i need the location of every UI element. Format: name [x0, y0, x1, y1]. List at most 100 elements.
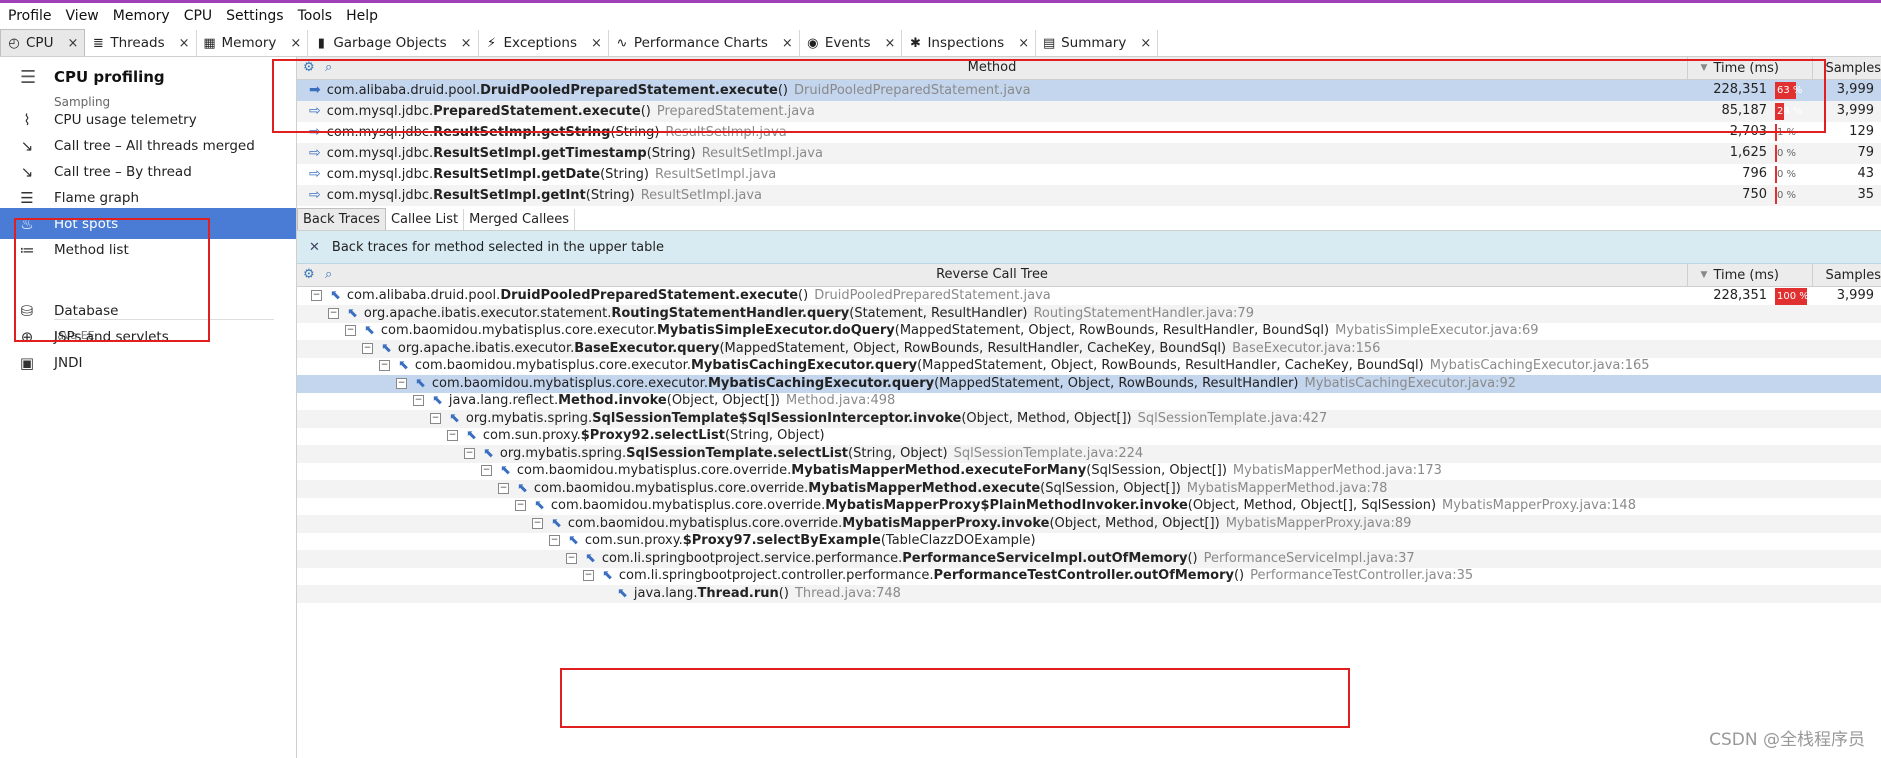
table-row[interactable]: ⇨ com.mysql.jdbc. ResultSetImpl.getString(… — [297, 122, 1881, 143]
tree-row[interactable]: − ⬉ com.baomidou.mybatisplus.core.override… — [297, 479, 1881, 498]
column-time[interactable]: ▼ Time (ms) — [1687, 57, 1797, 79]
tree-row[interactable]: − ⬉ com.baomidou.mybatisplus.core.executor… — [297, 322, 1881, 340]
menu-view[interactable]: View — [59, 8, 106, 24]
method-cell: ⇨ com.mysql.jdbc. ResultSetImpl.getDate (St… — [309, 166, 776, 182]
tree-row[interactable]: − ⬉ com.baomidou.mybatisplus.core.executor… — [297, 357, 1881, 375]
close-icon[interactable]: × — [1140, 36, 1151, 51]
tab-performance-charts[interactable]: ∿ Performance Charts × — [609, 30, 800, 56]
menu-tools[interactable]: Tools — [291, 8, 340, 24]
menu-profile[interactable]: Profile — [0, 8, 59, 24]
collapse-toggle-icon[interactable]: − — [464, 447, 475, 459]
tree-row[interactable]: ⬉ java.lang. Thread.run() Thread.java:748 — [297, 584, 1881, 603]
tab-garbage-objects[interactable]: ▮ Garbage Objects × — [308, 30, 479, 56]
column-time[interactable]: ▼ Time (ms) — [1687, 264, 1797, 286]
tree-row[interactable]: − ⬉ com.baomidou.mybatisplus.core.override… — [297, 497, 1881, 515]
tree-row[interactable]: − ⬉ org.mybatis.spring. SqlSessionTemplate$… — [297, 409, 1881, 428]
close-icon[interactable]: × — [885, 36, 896, 51]
tree-row[interactable]: − ⬉ org.apache.ibatis.executor.statement. R… — [297, 304, 1881, 323]
collapse-toggle-icon[interactable]: − — [447, 430, 458, 441]
tree-row[interactable]: − ⬉ com.baomidou.mybatisplus.core.executor… — [297, 374, 1881, 393]
tree-row[interactable]: − ⬉ org.apache.ibatis.executor. BaseExecuto… — [297, 339, 1881, 358]
sidebar-item-method-list[interactable]: ≔ Method list — [0, 234, 296, 265]
performance-charts-icon: ∿ — [616, 35, 628, 51]
tree-row[interactable]: − ⬉ com.li.springbootproject.controller.pe… — [297, 567, 1881, 585]
tree-node: − ⬉ com.baomidou.mybatisplus.core.override… — [515, 498, 1636, 513]
tree-row[interactable]: − ⬉ com.li.springbootproject.service.perfo… — [297, 549, 1881, 568]
menu-help[interactable]: Help — [339, 8, 385, 24]
collapse-toggle-icon[interactable]: − — [532, 517, 543, 529]
close-icon[interactable]: × — [461, 36, 472, 51]
collapse-toggle-icon[interactable]: − — [481, 465, 492, 476]
tree-row[interactable]: − ⬉ com.baomidou.mybatisplus.core.override… — [297, 514, 1881, 533]
tree-node: − ⬉ com.li.springbootproject.service.perfo… — [566, 551, 1415, 566]
close-icon[interactable]: × — [290, 36, 301, 51]
method-args: (SqlSession, Object[]) — [1040, 480, 1181, 496]
close-icon[interactable]: × — [179, 36, 190, 51]
collapse-toggle-icon[interactable]: − — [549, 535, 560, 546]
method-name: $Proxy92.selectList — [580, 428, 725, 443]
method-location: ResultSetImpl.java — [701, 145, 823, 161]
sidebar-item-label: Method list — [54, 241, 129, 258]
method-name: Method.invoke — [558, 393, 667, 408]
table-row[interactable]: ⇨ com.mysql.jdbc. ResultSetImpl.getTimesta… — [297, 143, 1881, 164]
table-row[interactable]: ⇨ com.mysql.jdbc. ResultSetImpl.getInt (Str… — [297, 185, 1881, 206]
close-icon[interactable]: × — [67, 36, 78, 51]
column-method[interactable]: Method — [297, 60, 1687, 75]
menu-settings[interactable]: Settings — [219, 8, 290, 24]
sidebar-item-icon: ▣ — [19, 353, 35, 372]
collapse-toggle-icon[interactable]: − — [345, 325, 356, 336]
tree-node: − ⬉ com.baomidou.mybatisplus.core.executor… — [345, 323, 1539, 338]
column-samples[interactable]: Samples — [1812, 57, 1881, 79]
collapse-toggle-icon[interactable]: − — [566, 552, 577, 564]
collapse-toggle-icon[interactable]: − — [311, 290, 322, 301]
close-icon[interactable]: × — [782, 36, 793, 51]
method-package: com.sun.proxy. — [584, 533, 683, 548]
collapse-toggle-icon[interactable]: − — [413, 395, 424, 406]
table-row[interactable]: ⇨ com.mysql.jdbc. PreparedStatement.execut… — [297, 101, 1881, 122]
tab-summary[interactable]: ▤ Summary × — [1036, 30, 1159, 56]
collapse-toggle-icon[interactable]: − — [362, 342, 373, 354]
method-name: DruidPooledPreparedStatement.execute — [500, 288, 799, 303]
tree-node: − ⬉ org.mybatis.spring. SqlSessionTemplate.… — [464, 446, 1143, 461]
close-icon[interactable]: × — [1018, 36, 1029, 51]
close-icon[interactable]: × — [591, 36, 602, 51]
tab-merged-callees[interactable]: Merged Callees — [464, 209, 576, 230]
tab-exceptions[interactable]: ⚡ Exceptions × — [479, 30, 609, 56]
collapse-toggle-icon[interactable]: − — [515, 500, 526, 511]
method-name: SqlSessionTemplate.selectList — [626, 445, 849, 461]
table-row[interactable]: ⇨ com.mysql.jdbc. ResultSetImpl.getDate (St… — [297, 164, 1881, 185]
tab-back-traces[interactable]: Back Traces — [297, 208, 386, 230]
sidebar-item-icon: ⊕ — [20, 327, 34, 346]
column-samples[interactable]: Samples — [1812, 264, 1881, 286]
hamburger-icon[interactable]: ☰ — [20, 67, 36, 88]
tree-row[interactable]: − ⬉ org.mybatis.spring. SqlSessionTemplate.… — [297, 444, 1881, 463]
method-name: PerformanceServiceImpl.outOfMemory — [902, 550, 1188, 566]
menu-cpu[interactable]: CPU — [177, 8, 219, 24]
tree-row[interactable]: − ⬉ com.sun.proxy. $Proxy97.selectByExample… — [297, 532, 1881, 550]
method-location: MybatisCachingExecutor.java:92 — [1304, 375, 1517, 391]
collapse-toggle-icon[interactable]: − — [396, 377, 407, 389]
table-row[interactable]: ➡ com.alibaba.druid.pool. DruidPooledPrepa… — [297, 80, 1881, 101]
menu-memory[interactable]: Memory — [106, 8, 177, 24]
tab-threads[interactable]: ≣ Threads × — [85, 30, 197, 56]
sidebar-item-jndi[interactable]: ▣ JNDI — [0, 347, 296, 378]
collapse-toggle-icon[interactable]: − — [430, 412, 441, 424]
collapse-toggle-icon[interactable]: − — [583, 570, 594, 581]
call-arrow-icon: ⬉ — [551, 515, 562, 531]
samples-value: 3,999 — [1836, 82, 1874, 97]
collapse-toggle-icon[interactable]: − — [379, 360, 390, 371]
column-reverse-call-tree[interactable]: Reverse Call Tree — [297, 267, 1687, 282]
method-package: com.mysql.jdbc. — [326, 145, 434, 161]
tree-row[interactable]: − ⬉ com.alibaba.druid.pool. DruidPooledPrep… — [297, 287, 1881, 305]
tree-row[interactable]: − ⬉ com.baomidou.mybatisplus.core.override… — [297, 462, 1881, 480]
tab-callee-list[interactable]: Callee List — [386, 209, 465, 230]
collapse-toggle-icon[interactable]: − — [328, 307, 339, 319]
tab-memory[interactable]: ▦ Memory × — [197, 30, 309, 56]
tab-inspections[interactable]: ✱ Inspections × — [902, 30, 1037, 56]
tab-cpu[interactable]: ◴ CPU × — [0, 29, 86, 56]
tree-row[interactable]: − ⬉ java.lang.reflect. Method.invoke (Object… — [297, 392, 1881, 410]
close-icon[interactable]: ✕ — [309, 240, 320, 255]
tree-row[interactable]: − ⬉ com.sun.proxy. $Proxy92.selectList (Stri… — [297, 427, 1881, 445]
collapse-toggle-icon[interactable]: − — [498, 482, 509, 494]
tab-events[interactable]: ◉ Events × — [800, 30, 903, 56]
